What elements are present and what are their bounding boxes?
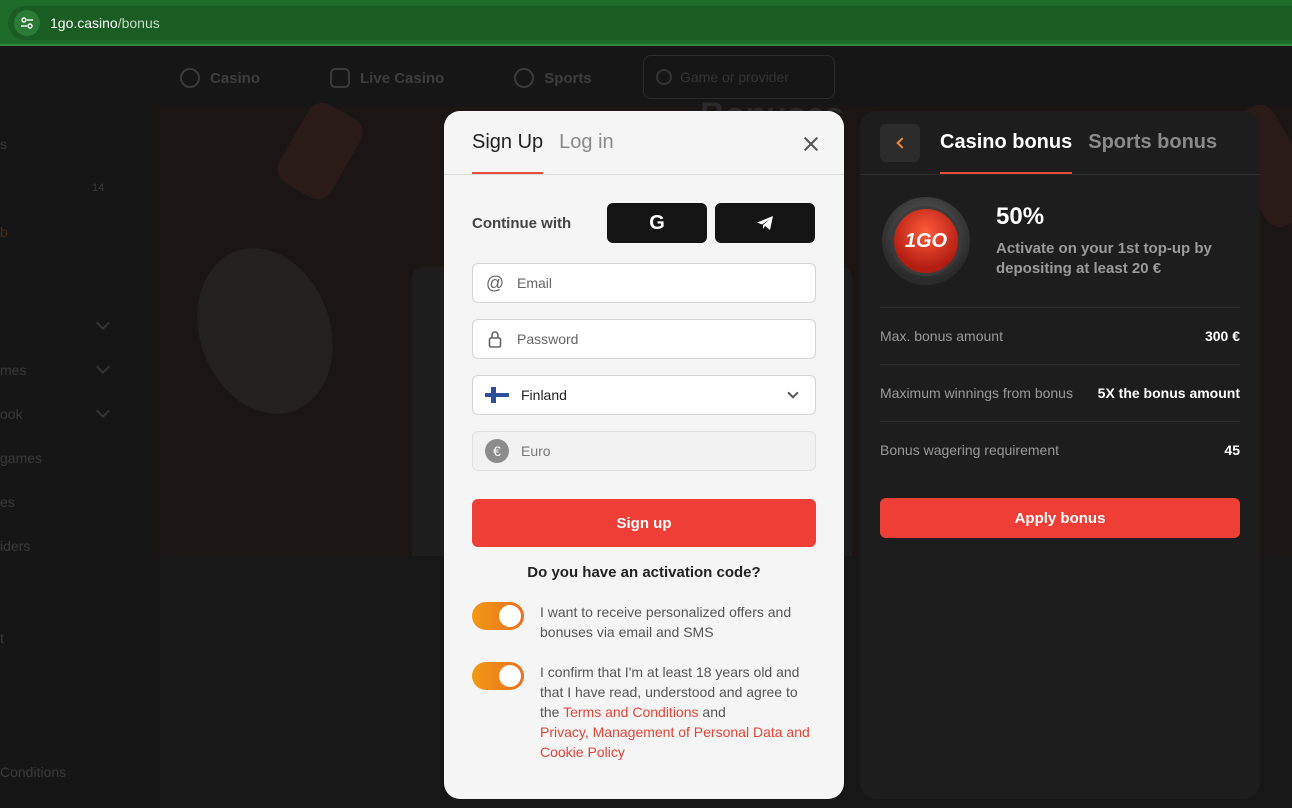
offers-toggle[interactable]	[472, 602, 524, 630]
chevron-left-icon	[896, 137, 908, 149]
modal-divider	[444, 174, 844, 175]
sidebar-fragment: es	[0, 494, 15, 510]
nav-label: Sports	[544, 69, 592, 87]
chevron-down-icon	[95, 403, 111, 419]
row-value: 45	[1224, 441, 1240, 458]
row-label: Max. bonus amount	[880, 327, 1003, 344]
nav-casino: Casino	[180, 68, 260, 88]
google-login-button[interactable]: G	[607, 203, 707, 243]
telegram-login-button[interactable]	[715, 203, 815, 243]
apply-bonus-button[interactable]: Apply bonus	[880, 498, 1240, 538]
offers-consent-text: I want to receive personalized offers an…	[540, 604, 792, 640]
password-field[interactable]	[472, 319, 816, 359]
url-field[interactable]: 1go.casino/bonus	[8, 6, 1292, 40]
sidebar-fragment: mes	[0, 362, 27, 378]
row-value: 300 €	[1204, 327, 1240, 344]
logo-text: 1GO	[904, 229, 948, 252]
auth-tabs: Sign Up Log in	[472, 131, 614, 174]
bonus-percent: 50%	[996, 203, 1045, 230]
sports-icon	[514, 68, 535, 88]
privacy-link[interactable]: Privacy, Management of Personal Data and…	[540, 724, 810, 760]
currency-value: Euro	[521, 443, 551, 459]
country-select[interactable]: Finland	[472, 375, 816, 415]
sidebar-fragment: s	[0, 136, 7, 152]
currency-field: € Euro	[472, 431, 816, 471]
age-consent-and: and	[698, 704, 726, 720]
finland-flag-icon	[485, 387, 509, 403]
back-button[interactable]	[880, 124, 920, 162]
at-icon: @	[485, 272, 505, 293]
google-icon: G	[649, 211, 665, 234]
casino-icon	[180, 68, 200, 88]
bonus-row-wagering: Bonus wagering requirement 45	[880, 421, 1240, 477]
social-login-row: Continue with G	[472, 203, 816, 243]
background-sidebar: s 14 b mes ook games es iders t Conditio…	[0, 46, 120, 808]
sidebar-fragment: t	[0, 630, 4, 646]
bonus-row-max-winnings: Maximum winnings from bonus 5X the bonus…	[880, 364, 1240, 420]
sign-up-button[interactable]: Sign up	[472, 499, 816, 547]
euro-icon: €	[485, 439, 509, 463]
bonus-divider	[860, 174, 1260, 175]
sidebar-fragment: Conditions	[0, 764, 67, 780]
password-input[interactable]	[517, 320, 815, 358]
telegram-icon	[757, 216, 773, 230]
sidebar-fragment: iders	[0, 538, 31, 554]
background-nav: Casino Live Casino Sports	[180, 60, 662, 96]
lock-icon	[473, 330, 517, 348]
sidebar-fragment: b	[0, 224, 8, 240]
url-text: 1go.casino/bonus	[50, 15, 160, 31]
row-label: Maximum winnings from bonus	[880, 384, 1073, 401]
row-value: 5X the bonus amount	[1097, 384, 1240, 401]
background-search: Game or provider	[643, 55, 835, 99]
bonus-panel: Casino bonus Sports bonus 1GO 50% Activa…	[860, 111, 1260, 799]
email-input[interactable]	[517, 264, 815, 302]
signup-modal: Sign Up Log in Continue with G @ Finland…	[444, 111, 844, 799]
bonus-row-max-amount: Max. bonus amount 300 €	[880, 307, 1240, 363]
close-icon[interactable]	[800, 133, 822, 155]
bonus-tabs: Casino bonus Sports bonus	[940, 131, 1217, 174]
nav-live-casino: Live Casino	[330, 68, 444, 88]
tab-casino-bonus[interactable]: Casino bonus	[940, 131, 1073, 174]
sidebar-fragment: games	[0, 450, 43, 466]
tab-sports-bonus[interactable]: Sports bonus	[1088, 131, 1217, 174]
country-value: Finland	[521, 387, 567, 403]
1go-logo: 1GO	[882, 197, 970, 285]
continue-with-label: Continue with	[472, 214, 572, 232]
nav-label: Casino	[210, 69, 261, 87]
age-terms-toggle[interactable]	[472, 662, 524, 690]
url-path: /bonus	[117, 15, 160, 31]
age-terms-consent-text: I confirm that I'm at least 18 years old…	[540, 662, 810, 762]
sidebar-fragment: ook	[0, 406, 23, 422]
url-host: 1go.casino	[50, 15, 118, 31]
email-field[interactable]: @	[472, 263, 816, 303]
chevron-down-icon	[95, 315, 111, 331]
tab-sign-up[interactable]: Sign Up	[472, 131, 544, 174]
nav-sports: Sports	[514, 68, 592, 88]
logo-badge: 1GO	[891, 206, 961, 276]
bonus-description: Activate on your 1st top-up by depositin…	[996, 240, 1212, 277]
site-settings-icon[interactable]	[14, 10, 40, 36]
sidebar-fragment: 14	[92, 182, 105, 194]
search-icon	[656, 69, 672, 85]
activation-code-link[interactable]: Do you have an activation code?	[472, 564, 816, 581]
toggle-knob	[499, 605, 521, 627]
browser-address-bar: 1go.casino/bonus	[0, 0, 1292, 46]
search-placeholder: Game or provider	[680, 69, 789, 85]
nav-label: Live Casino	[360, 69, 445, 87]
chevron-down-icon	[787, 387, 799, 399]
toggle-knob	[499, 665, 521, 687]
terms-link[interactable]: Terms and Conditions	[563, 704, 698, 720]
chevron-down-icon	[95, 359, 111, 375]
tab-log-in[interactable]: Log in	[559, 131, 614, 174]
row-label: Bonus wagering requirement	[880, 441, 1059, 458]
live-casino-icon	[330, 68, 351, 88]
